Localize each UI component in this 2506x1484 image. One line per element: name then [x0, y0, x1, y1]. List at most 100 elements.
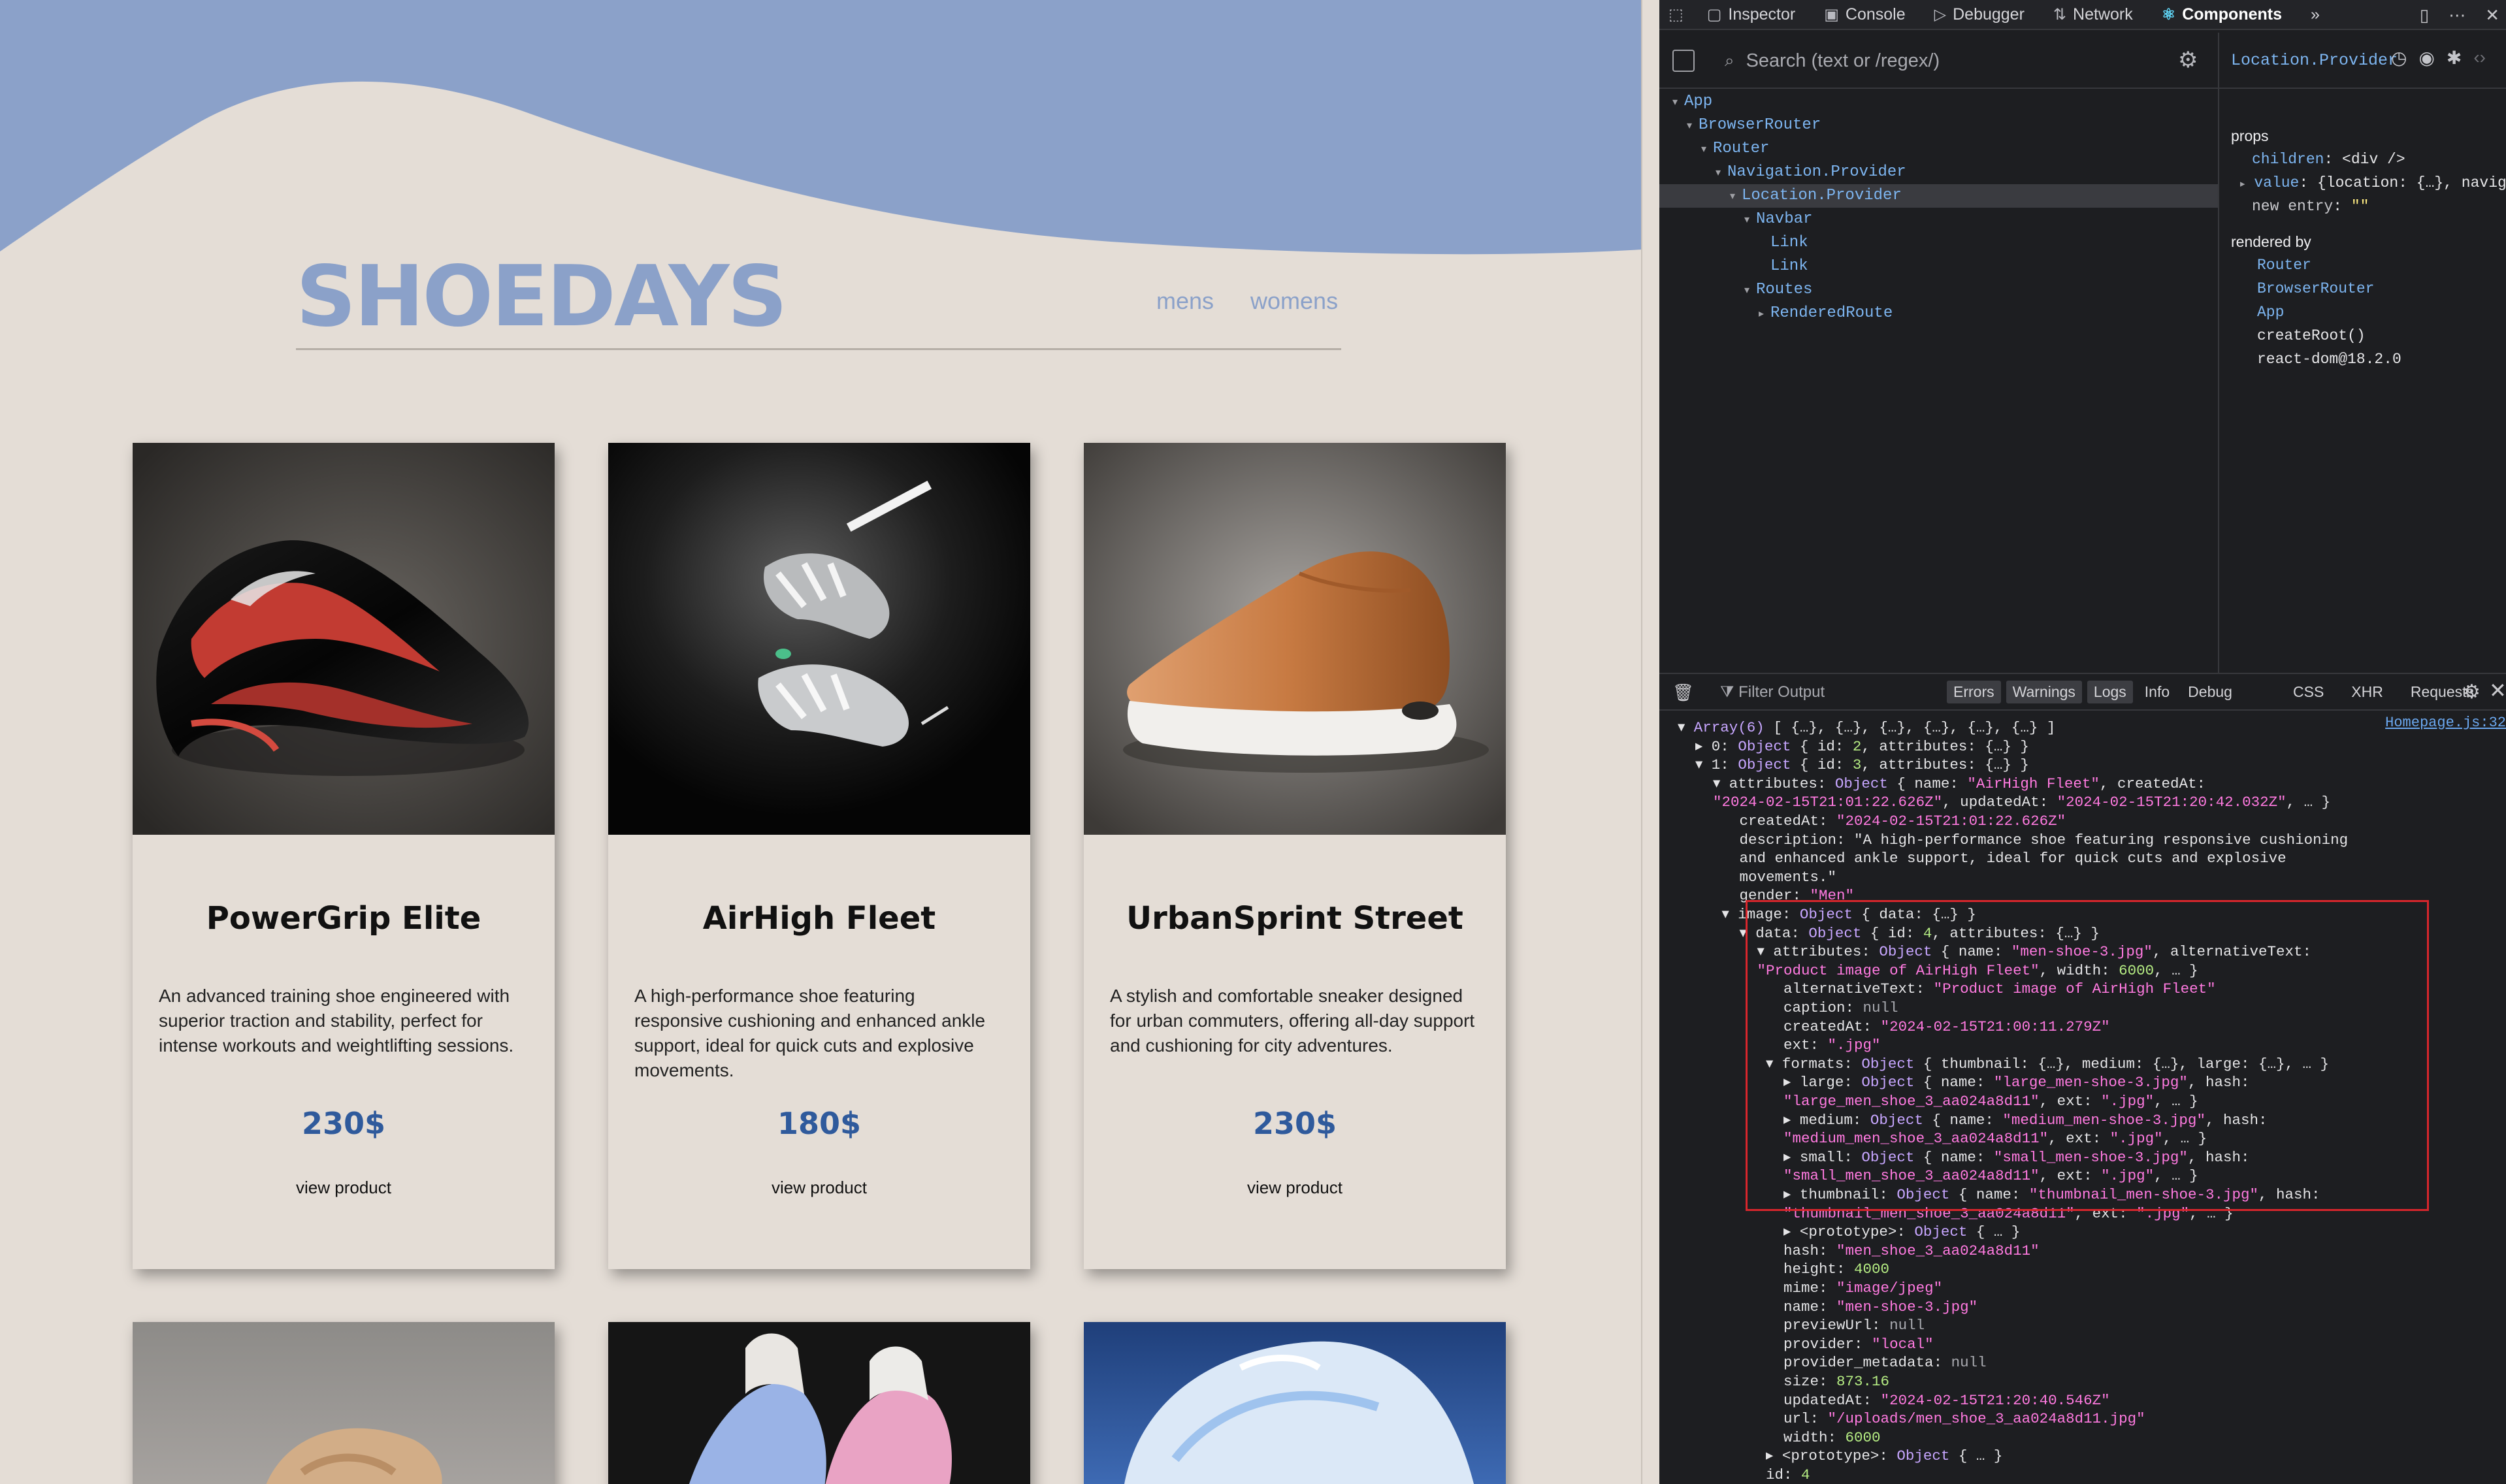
- console-line: updatedAt: "2024-02-15T21:20:40.546Z": [1678, 1391, 2110, 1409]
- devtools-tabbar: ⬚ ▢ Inspector ▣ Console ▷ Debugger ⇅ Network…: [1659, 0, 2506, 30]
- view-product-link[interactable]: view product: [608, 1178, 1030, 1198]
- tab-network[interactable]: ⇅ Network: [2039, 0, 2147, 29]
- tree-node[interactable]: Link: [1659, 231, 2218, 255]
- caret-down-icon[interactable]: ▾: [1716, 161, 1727, 185]
- view-product-link[interactable]: view product: [1084, 1178, 1506, 1198]
- product-card[interactable]: [133, 1322, 555, 1484]
- dock-icon[interactable]: ▯: [2420, 5, 2429, 25]
- more-options-icon[interactable]: ⋯: [2449, 5, 2465, 25]
- select-element-icon[interactable]: [1672, 50, 1695, 72]
- tree-node[interactable]: ▾ Navbar: [1659, 208, 2218, 231]
- rendered-by-label: Router: [2257, 257, 2311, 274]
- brand-logo[interactable]: SHOEDAYS: [296, 248, 787, 346]
- prop-value: <div />: [2342, 151, 2405, 168]
- filter-warnings[interactable]: Warnings: [2006, 681, 2082, 703]
- selected-component-name: Location.Provider: [2231, 51, 2398, 70]
- console-line[interactable]: ▸ <prototype>: Object { … }: [1678, 1223, 2020, 1241]
- view-product-link[interactable]: view product: [133, 1178, 555, 1198]
- console-line[interactable]: ▾ attributes: Object { name: "AirHigh Fl…: [1678, 775, 2205, 793]
- component-tree: ▾ App ▾ BrowserRouter ▾ Router ▾ Navigation.Pro…: [1659, 90, 2218, 325]
- tab-console[interactable]: ▣ Console: [1810, 0, 1919, 29]
- pane-splitter[interactable]: [1641, 0, 1659, 1484]
- selected-component-actions: ◷ ◉ ✱ ‹›: [2391, 47, 2486, 69]
- console-line: description: "A high-performance shoe fe…: [1678, 831, 2349, 848]
- close-icon[interactable]: ✕: [2489, 678, 2506, 703]
- devtools-panel: ⬚ ▢ Inspector ▣ Console ▷ Debugger ⇅ Network…: [1659, 0, 2506, 1484]
- filter-css[interactable]: CSS: [2286, 681, 2330, 703]
- product-price: 230$: [301, 1106, 386, 1141]
- source-icon[interactable]: ‹›: [2473, 47, 2486, 69]
- prop-row[interactable]: children: <div />: [2231, 148, 2506, 171]
- tree-node-label: App: [1684, 93, 1713, 110]
- prop-row[interactable]: new entry: "": [2231, 195, 2506, 218]
- console-line[interactable]: ▾ Array(6) [ {…}, {…}, {…}, {…}, {…}, {……: [1678, 718, 2055, 737]
- caret-down-icon[interactable]: ▾: [1701, 138, 1713, 161]
- product-card: PowerGrip Elite An advanced training sho…: [133, 443, 555, 1269]
- console-icon: ▣: [1824, 5, 1839, 24]
- tree-node[interactable]: ▸ RenderedRoute: [1659, 302, 2218, 325]
- tree-node[interactable]: ▾ Routes: [1659, 278, 2218, 302]
- filter-logs[interactable]: Logs: [2087, 681, 2133, 703]
- caret-right-icon[interactable]: ▸: [1759, 302, 1770, 326]
- element-picker-button[interactable]: ⬚: [1659, 0, 1693, 29]
- prop-key: new entry: [2252, 198, 2334, 215]
- filter-output-input[interactable]: ⧩ Filter Output: [1720, 683, 1825, 702]
- product-card[interactable]: [608, 1322, 1030, 1484]
- trash-icon[interactable]: 🗑: [1672, 683, 1694, 703]
- nav-link-mens[interactable]: mens: [1156, 287, 1214, 315]
- caret-down-icon[interactable]: ▾: [1687, 114, 1699, 138]
- console-line: width: 6000: [1678, 1428, 1881, 1446]
- product-card: UrbanSprint Street A stylish and comfort…: [1084, 443, 1506, 1269]
- console-line: height: 4000: [1678, 1261, 1890, 1278]
- tree-node[interactable]: ▾ App: [1659, 90, 2218, 114]
- props-heading: props: [2231, 127, 2269, 144]
- product-name: PowerGrip Elite: [206, 900, 481, 937]
- tree-node[interactable]: ▾ Location.Provider: [1659, 184, 2218, 208]
- product-image[interactable]: [608, 443, 1030, 835]
- filter-debug[interactable]: Debug: [2181, 681, 2239, 703]
- filter-info[interactable]: Info: [2138, 681, 2176, 703]
- caret-down-icon[interactable]: ▾: [1730, 185, 1742, 208]
- gear-icon[interactable]: ⚙: [2178, 47, 2198, 73]
- rendered-by-label: react-dom@18.2.0: [2257, 351, 2401, 368]
- caret-down-icon[interactable]: ▾: [1744, 279, 1756, 302]
- caret-down-icon[interactable]: ▾: [1672, 91, 1684, 114]
- rendered-by-item[interactable]: BrowserRouter: [2231, 277, 2506, 300]
- bug-icon[interactable]: ✱: [2447, 47, 2462, 69]
- console-line: hash: "men_shoe_3_aa024a8d11": [1678, 1242, 2040, 1259]
- rendered-by-item[interactable]: App: [2231, 300, 2506, 324]
- component-search-input[interactable]: [1746, 50, 2138, 72]
- tab-inspector[interactable]: ▢ Inspector: [1693, 0, 1810, 29]
- nav-link-womens[interactable]: womens: [1250, 287, 1338, 315]
- stopwatch-icon[interactable]: ◷: [2391, 47, 2407, 69]
- filter-errors[interactable]: Errors: [1947, 681, 2001, 703]
- website-viewport: SHOEDAYS mens womens PowerGrip Elite An …: [0, 0, 1641, 1484]
- tree-node[interactable]: ▾ Router: [1659, 137, 2218, 161]
- eye-icon[interactable]: ◉: [2418, 47, 2434, 69]
- console-divider[interactable]: [1659, 673, 2506, 674]
- tab-components[interactable]: ⚛ Components: [2147, 0, 2296, 29]
- rendered-by-item[interactable]: Router: [2231, 253, 2506, 277]
- filter-xhr[interactable]: XHR: [2345, 681, 2390, 703]
- tree-node[interactable]: ▾ BrowserRouter: [1659, 114, 2218, 137]
- tree-node[interactable]: Link: [1659, 255, 2218, 278]
- console-line[interactable]: ▸ <prototype>: Object { … }: [1678, 1447, 2002, 1465]
- tree-node-label: Routes: [1756, 281, 1813, 298]
- gear-icon[interactable]: ⚙: [2463, 681, 2481, 703]
- prop-row[interactable]: ▸ value: {location: {…}, naviga…: [2231, 171, 2506, 195]
- caret-down-icon[interactable]: ▾: [1744, 208, 1756, 232]
- tab-debugger[interactable]: ▷ Debugger: [1920, 0, 2039, 29]
- tree-node[interactable]: ▾ Navigation.Provider: [1659, 161, 2218, 184]
- product-card[interactable]: [1084, 1322, 1506, 1484]
- product-image[interactable]: [1084, 443, 1506, 835]
- console-line[interactable]: ▸ 0: Object { id: 2, attributes: {…} }: [1678, 737, 2029, 756]
- close-icon[interactable]: ✕: [2485, 5, 2499, 25]
- filter-placeholder: Filter Output: [1738, 683, 1825, 701]
- more-tabs-button[interactable]: »: [2296, 0, 2334, 29]
- product-image[interactable]: [133, 443, 555, 835]
- tree-node-label: Navbar: [1756, 210, 1813, 228]
- console-line[interactable]: ▾ 1: Object { id: 3, attributes: {…} }: [1678, 756, 2029, 774]
- console-line: "2024-02-15T21:01:22.626Z", updatedAt: "…: [1713, 794, 2331, 811]
- rendered-by-heading: rendered by: [2231, 233, 2311, 250]
- expand-arrow-icon[interactable]: ▸: [2240, 179, 2245, 190]
